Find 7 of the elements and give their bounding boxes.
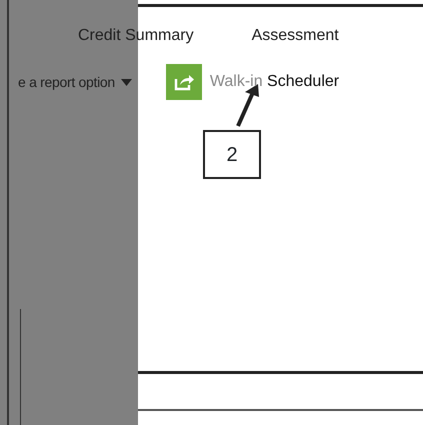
report-select[interactable]: e a report option xyxy=(18,72,132,92)
caret-icon xyxy=(120,78,132,86)
tab[interactable]: Assessment xyxy=(252,24,339,48)
share-button[interactable] xyxy=(166,64,202,100)
callout-box: 2 xyxy=(203,130,261,179)
share-icon xyxy=(174,73,194,91)
walk-in-scheduler-link[interactable]: Walk-in Scheduler xyxy=(210,70,340,94)
